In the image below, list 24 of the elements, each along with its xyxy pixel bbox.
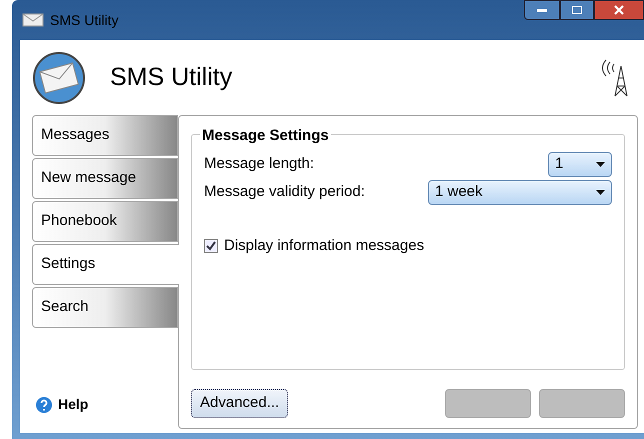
dropdown-caret-icon [596, 190, 605, 194]
sidebar-tab[interactable]: New message [32, 158, 178, 199]
close-button[interactable] [594, 0, 644, 20]
window-title: SMS Utility [50, 10, 118, 30]
dropdown-caret-icon [596, 162, 605, 166]
checkbox[interactable] [204, 239, 218, 254]
advanced-button[interactable]: Advanced... [191, 389, 288, 418]
close-icon [614, 5, 624, 15]
sidebar-tab[interactable]: Search [32, 287, 178, 328]
dropdown[interactable]: 1 [548, 152, 612, 176]
field-label: Message length: [204, 154, 314, 174]
envelope-icon [22, 12, 44, 28]
minimize-button[interactable] [524, 0, 560, 20]
app-title: SMS Utility [110, 62, 232, 93]
sidebar-tab[interactable]: Settings [32, 244, 179, 285]
maximize-button[interactable] [560, 0, 594, 20]
sidebar-tab[interactable]: Messages [32, 115, 178, 156]
field-label: Message validity period: [204, 182, 365, 202]
help-icon [36, 396, 52, 412]
envelope-globe-logo-icon [32, 50, 86, 104]
sidebar-tab[interactable]: Phonebook [32, 201, 178, 242]
help-link[interactable]: Help [58, 394, 88, 415]
checkbox-label: Display information messages [224, 236, 424, 256]
dropdown[interactable]: 1 week [428, 180, 612, 204]
